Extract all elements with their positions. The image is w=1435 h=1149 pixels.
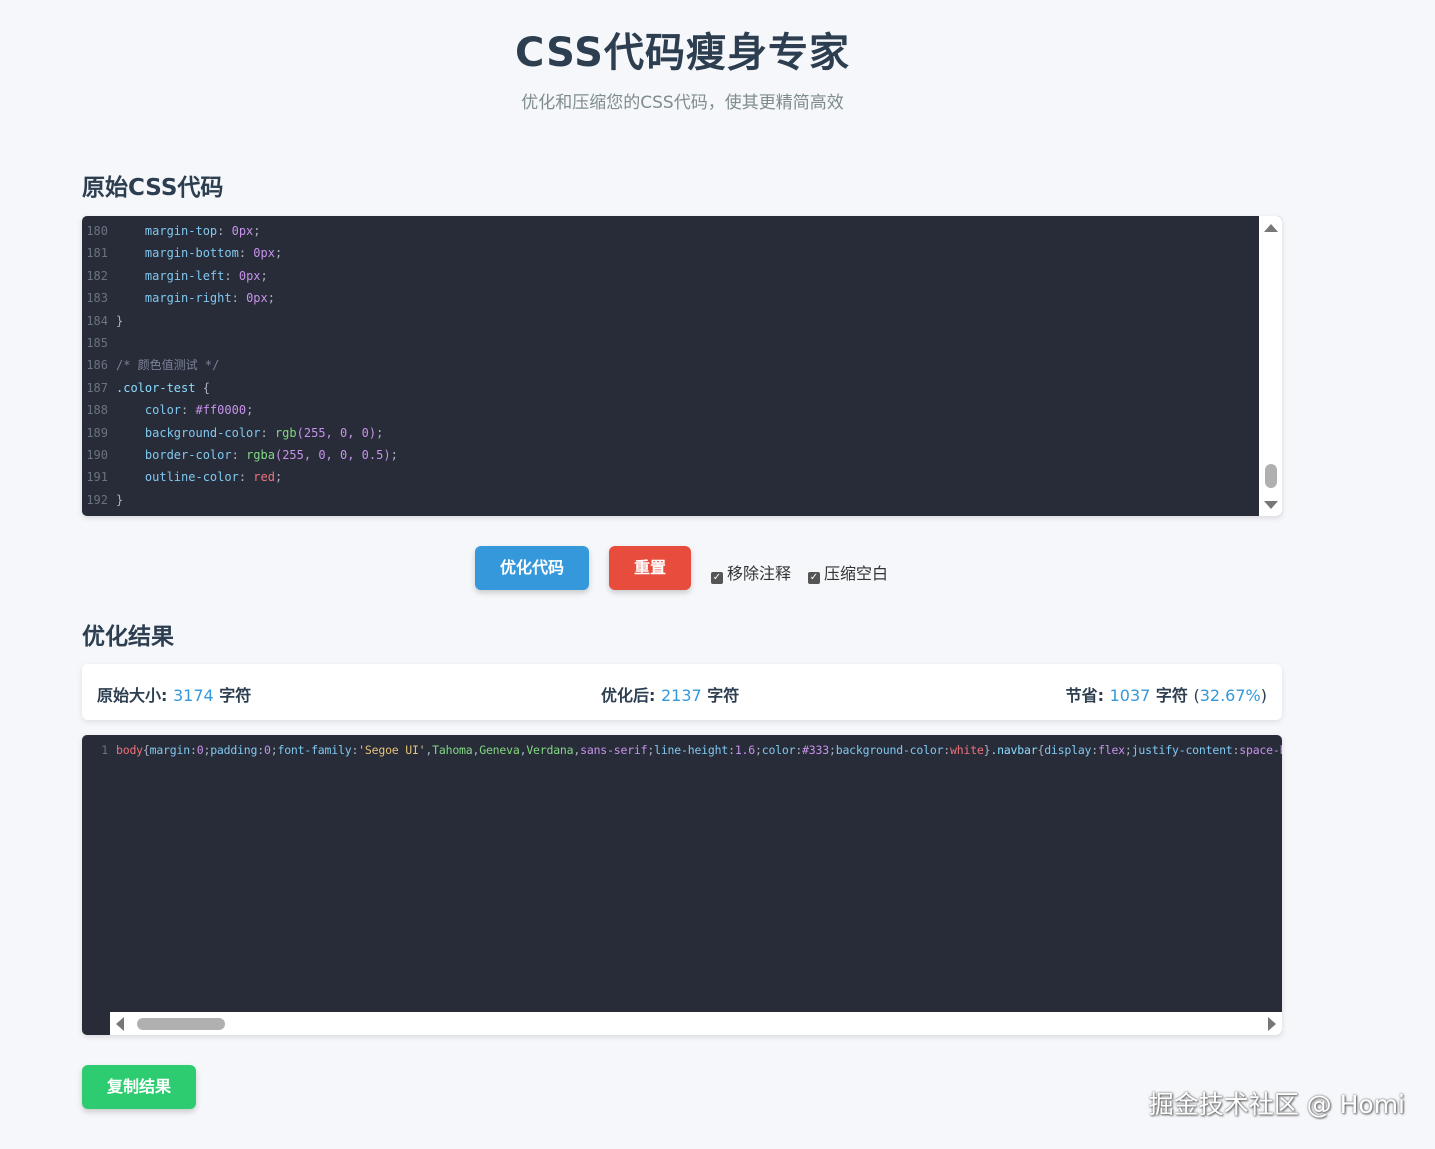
code-function: rgb	[274, 425, 297, 440]
compress-whitespace-checkbox[interactable]: ✓ 压缩空白	[808, 564, 888, 584]
scrollbar-thumb[interactable]	[137, 1018, 225, 1030]
line-number: 187	[86, 380, 108, 395]
css-input-editor[interactable]: 180 margin-top: 0px; 181 margin-bottom: 0…	[82, 216, 1282, 516]
optimized-size-value: 2137	[660, 686, 702, 705]
optimized-size-label: 优化后:	[601, 686, 656, 705]
line-number: 1	[101, 743, 108, 757]
horizontal-scrollbar[interactable]	[110, 1012, 1282, 1035]
optimized-size-stat: 优化后: 2137 字符	[601, 682, 739, 706]
remove-comments-checkbox[interactable]: ✓ 移除注释	[711, 564, 791, 584]
code-value: (255, 0, 0, 0.5)	[274, 448, 391, 462]
code-value: 0px	[246, 291, 268, 306]
checkbox-checked-icon[interactable]: ✓	[808, 572, 820, 584]
code-property: outline-color	[144, 470, 239, 485]
vertical-scrollbar[interactable]	[1259, 216, 1282, 516]
code-value: 0px	[231, 224, 254, 238]
code-line: 188 color: #ff0000;	[82, 399, 253, 421]
original-size-value: 3174	[172, 686, 214, 705]
original-size-stat: 原始大小: 3174 字符	[97, 682, 251, 706]
line-number: 182	[86, 268, 108, 283]
code-line: 180 margin-top: 0px;	[82, 220, 260, 242]
remove-comments-label: 移除注释	[727, 564, 792, 583]
code-property: margin-left	[144, 268, 225, 283]
unit-label: 字符	[1155, 686, 1188, 705]
optimize-button[interactable]: 优化代码	[475, 546, 589, 590]
code-line: 184}	[82, 310, 123, 332]
input-section-title: 原始CSS代码	[82, 175, 224, 201]
saved-label: 节省:	[1065, 686, 1105, 705]
line-number: 190	[86, 448, 108, 462]
stats-bar: 原始大小: 3174 字符 优化后: 2137 字符 节省: 1037 字符 (…	[82, 664, 1282, 720]
code-line: 181 margin-bottom: 0px;	[82, 242, 282, 264]
code-property: color	[144, 403, 182, 418]
code-text: }	[116, 492, 124, 507]
compress-whitespace-label: 压缩空白	[824, 564, 889, 583]
code-value: 0px	[238, 268, 261, 283]
code-property: background-color	[144, 425, 261, 440]
line-number: 183	[86, 291, 108, 306]
checkbox-checked-icon[interactable]: ✓	[711, 572, 723, 584]
code-line: 192}	[82, 489, 123, 511]
code-function: rgba	[246, 448, 275, 462]
code-selector: .color-test	[116, 380, 196, 395]
code-line: 191 outline-color: red;	[82, 466, 282, 488]
code-value: red	[253, 470, 275, 485]
saved-size-stat: 节省: 1037 字符 (32.67%)	[1065, 686, 1267, 705]
code-value: #ff0000	[195, 403, 247, 418]
line-number: 184	[86, 313, 108, 328]
line-number: 192	[86, 492, 108, 507]
code-property: margin-bottom	[144, 246, 239, 261]
line-number: 188	[86, 403, 108, 418]
css-output-editor[interactable]: 1 body{margin:0;padding:0;font-family:'Se…	[82, 735, 1282, 1035]
output-code-line: 1 body{margin:0;padding:0;font-family:'Se…	[82, 739, 1282, 761]
line-number: 189	[86, 425, 108, 440]
code-property: margin-right	[144, 291, 232, 306]
code-line: 185	[82, 332, 116, 354]
page-title: CSS代码瘦身专家	[515, 30, 850, 76]
code-line: 186 /* 颜色值测试 */	[82, 354, 219, 376]
code-text: }	[116, 313, 124, 328]
scrollbar-thumb[interactable]	[1265, 464, 1277, 488]
code-text: {	[195, 380, 210, 395]
line-number: 180	[86, 224, 108, 238]
line-number: 191	[86, 470, 108, 485]
code-line: 183 margin-right: 0px;	[82, 287, 275, 309]
saved-percent: 32.67%	[1199, 686, 1261, 705]
code-line: 189 background-color: rgb(255, 0, 0);	[82, 422, 383, 444]
code-property: border-color	[144, 448, 232, 462]
saved-value: 1037	[1109, 686, 1151, 705]
line-number: 185	[86, 336, 108, 350]
scroll-up-icon[interactable]	[1264, 224, 1278, 232]
code-line: 182 margin-left: 0px;	[82, 265, 267, 287]
unit-label: 字符	[219, 686, 252, 705]
original-size-label: 原始大小:	[97, 686, 168, 705]
code-comment: /* 颜色值测试 */	[116, 358, 220, 373]
line-number: 186	[86, 358, 108, 373]
result-section-title: 优化结果	[82, 624, 174, 650]
code-line: 190 border-color: rgba(255, 0, 0, 0.5);	[82, 444, 397, 466]
scroll-right-icon[interactable]	[1268, 1017, 1276, 1031]
unit-label: 字符	[707, 686, 740, 705]
page-subtitle: 优化和压缩您的CSS代码，使其更精简高效	[521, 93, 844, 113]
code-value: 0px	[253, 246, 275, 261]
code-line: 187 .color-test {	[82, 377, 210, 399]
code-value: (255, 0, 0)	[296, 425, 377, 440]
scroll-left-icon[interactable]	[116, 1017, 124, 1031]
copy-result-button[interactable]: 复制结果	[82, 1065, 196, 1109]
code-property: margin-top	[144, 224, 218, 238]
line-number: 181	[86, 246, 108, 261]
watermark: 掘金技术社区 @ Homi	[1148, 1090, 1405, 1119]
scroll-down-icon[interactable]	[1264, 501, 1278, 509]
reset-button[interactable]: 重置	[609, 546, 691, 590]
